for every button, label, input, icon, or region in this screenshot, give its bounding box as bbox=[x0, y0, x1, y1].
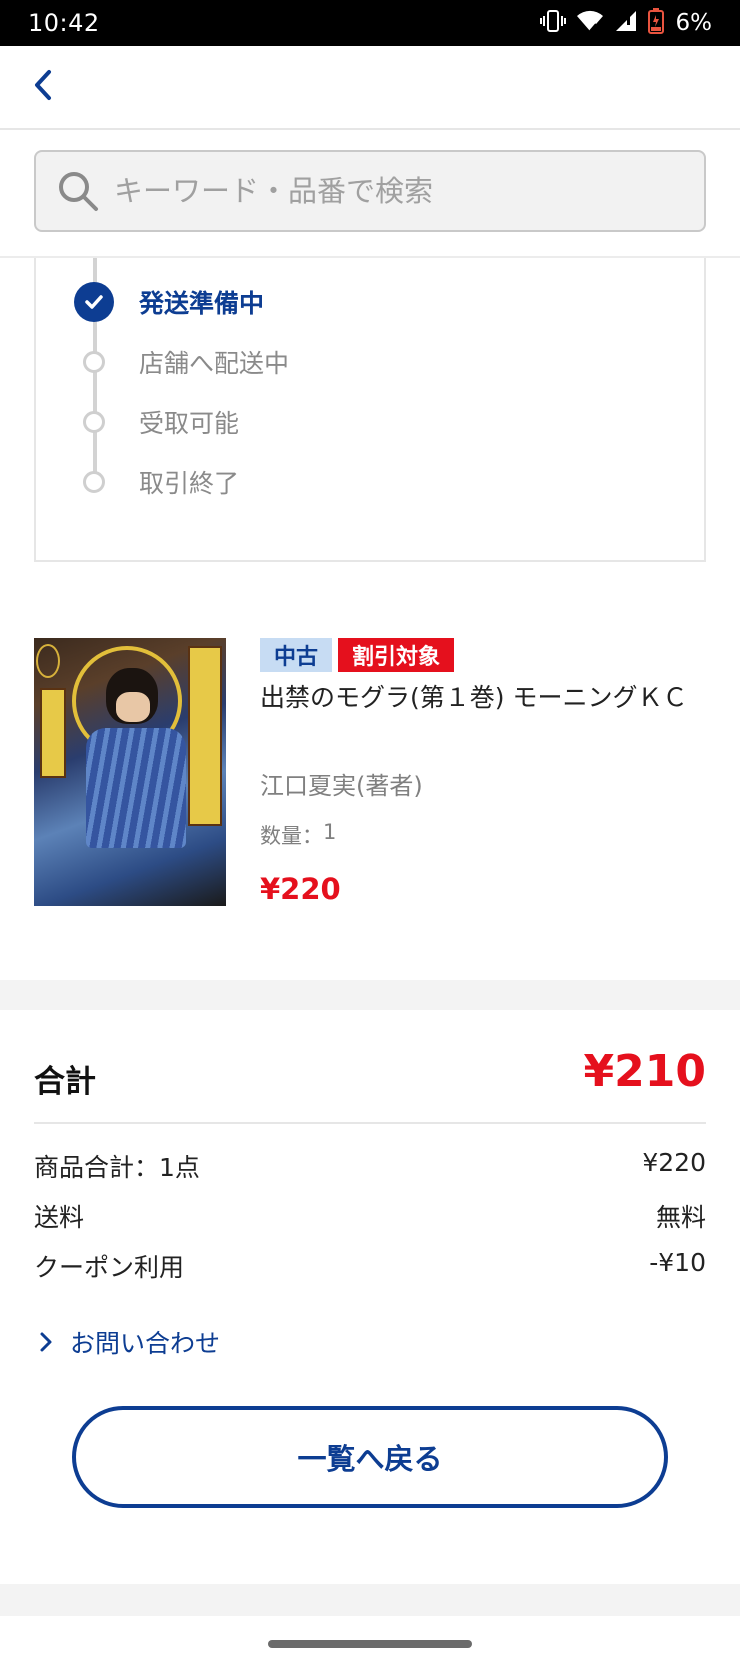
footer-band bbox=[0, 1584, 740, 1616]
quantity-label: 数量： bbox=[260, 824, 323, 848]
search-section bbox=[0, 130, 740, 258]
used-badge: 中古 bbox=[260, 638, 333, 672]
cover-volume-mark bbox=[36, 644, 60, 678]
search-input[interactable] bbox=[114, 174, 674, 208]
summary-row-label: 送料 bbox=[34, 1203, 85, 1232]
home-indicator[interactable] bbox=[268, 1640, 472, 1648]
contact-link[interactable]: お問い合わせ bbox=[34, 1322, 220, 1362]
chevron-left-icon bbox=[32, 69, 54, 105]
system-nav-bar bbox=[0, 1616, 740, 1666]
cover-figure-robe bbox=[86, 728, 186, 848]
vibrate-icon bbox=[539, 8, 566, 38]
pending-dot-icon bbox=[83, 351, 105, 373]
check-circle-icon bbox=[74, 282, 114, 322]
status-step-ready: 受取可能 bbox=[36, 402, 636, 442]
search-box[interactable] bbox=[34, 150, 706, 232]
status-step-complete: 取引終了 bbox=[36, 462, 636, 502]
summary-row-label: 商品合計：1点 bbox=[34, 1153, 200, 1182]
discount-badge: 割引対象 bbox=[338, 638, 455, 672]
status-icons: 6% bbox=[539, 8, 713, 38]
battery-charging-icon bbox=[647, 8, 664, 38]
product-price: ¥220 bbox=[260, 872, 341, 906]
quantity-value: 1 bbox=[323, 820, 337, 844]
wifi-icon bbox=[576, 9, 604, 37]
cover-title-strip bbox=[188, 646, 222, 826]
status-step-preparing: 発送準備中 bbox=[36, 282, 636, 322]
status-step-label: 取引終了 bbox=[139, 469, 240, 498]
status-step-label: 受取可能 bbox=[139, 409, 240, 438]
summary-row-value: ¥220 bbox=[642, 1148, 706, 1177]
summary-row-coupon: クーポン利用 -¥10 bbox=[34, 1248, 706, 1288]
section-divider bbox=[0, 980, 740, 1010]
cover-figure-face bbox=[116, 692, 150, 722]
app-bar bbox=[0, 46, 740, 130]
status-step-label: 店舗へ配送中 bbox=[139, 349, 290, 378]
order-status-card: 発送準備中 店舗へ配送中 受取可能 取引終了 bbox=[34, 258, 706, 562]
pending-dot-icon bbox=[83, 471, 105, 493]
summary-row-subtotal: 商品合計：1点 ¥220 bbox=[34, 1148, 706, 1188]
product-badges: 中古 割引対象 bbox=[260, 638, 455, 672]
contact-link-label: お問い合わせ bbox=[70, 1329, 221, 1358]
chevron-right-icon bbox=[34, 1330, 58, 1354]
product-title[interactable]: 出禁のモグラ(第１巻) モーニングＫＣ bbox=[260, 678, 700, 718]
product-item[interactable]: 中古 割引対象 出禁のモグラ(第１巻) モーニングＫＣ 江口夏実(著者) 数量：… bbox=[34, 638, 706, 908]
search-icon bbox=[54, 167, 102, 215]
total-value: ¥210 bbox=[583, 1046, 706, 1097]
back-button[interactable] bbox=[18, 62, 68, 112]
status-step-label: 発送準備中 bbox=[139, 289, 265, 318]
total-header: 合計 ¥210 bbox=[34, 1040, 706, 1124]
product-quantity: 数量： 1 bbox=[260, 820, 336, 850]
product-cover-image[interactable] bbox=[34, 638, 226, 906]
status-time: 10:42 bbox=[28, 9, 100, 37]
product-author: 江口夏実(著者) bbox=[260, 772, 423, 800]
pending-dot-icon bbox=[83, 411, 105, 433]
summary-row-value: -¥10 bbox=[649, 1248, 706, 1277]
summary-row-value: 無料 bbox=[655, 1203, 706, 1232]
signal-icon bbox=[614, 9, 638, 37]
cover-author-strip bbox=[40, 688, 66, 778]
total-label: 合計 bbox=[34, 1064, 96, 1100]
summary-row-shipping: 送料 無料 bbox=[34, 1198, 706, 1238]
status-step-shipping: 店舗へ配送中 bbox=[36, 342, 636, 382]
status-bar: 10:42 6% bbox=[0, 0, 740, 46]
battery-percent: 6% bbox=[675, 10, 713, 36]
summary-row-label: クーポン利用 bbox=[34, 1253, 185, 1282]
back-to-list-button[interactable]: 一覧へ戻る bbox=[72, 1406, 668, 1508]
